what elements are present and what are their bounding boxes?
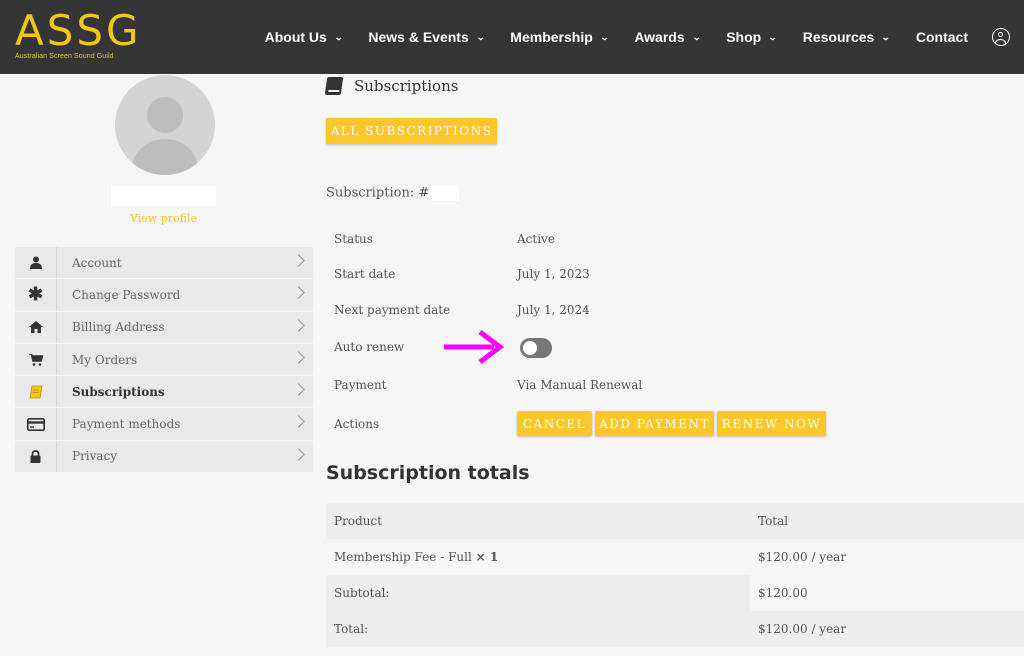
- sidebar-item-change-password[interactable]: ✱ Change Password: [15, 279, 313, 312]
- logo-text: ASSG: [15, 6, 142, 55]
- credit-card-icon: [15, 408, 57, 440]
- book-icon: [324, 77, 344, 95]
- home-icon: [15, 311, 57, 343]
- chevron-right-icon: [292, 351, 305, 364]
- subtotal-value: $120.00: [758, 586, 808, 600]
- subtotal-label: Subtotal:: [334, 586, 390, 600]
- nav-item-about-us[interactable]: About Us ⌄: [264, 29, 344, 45]
- subscription-totals-heading: Subscription totals: [326, 462, 530, 484]
- nav-item-awards[interactable]: Awards ⌄: [634, 29, 702, 45]
- product-cell: Membership Fee - Full × 1: [334, 550, 498, 564]
- nav-item-contact[interactable]: Contact: [916, 29, 968, 45]
- redacted-username: [111, 186, 216, 206]
- site-header: ASSG Australian Screen Sound Guild About…: [0, 0, 1024, 74]
- sidebar-item-payment-methods[interactable]: Payment methods: [15, 408, 313, 441]
- product-name[interactable]: Membership Fee - Full: [334, 550, 472, 564]
- nav-item-shop[interactable]: Shop ⌄: [726, 29, 778, 45]
- nav-item-resources[interactable]: Resources ⌄: [802, 29, 892, 45]
- sidebar-item-label: My Orders: [72, 352, 138, 367]
- person-icon: [15, 247, 57, 279]
- table-row: Membership Fee - Full × 1 $120.00 / year: [326, 539, 1024, 575]
- next-payment-date-value: July 1, 2024: [517, 303, 590, 317]
- add-payment-button[interactable]: ADD PAYMENT: [595, 411, 714, 436]
- table-row: Total: $120.00 / year: [326, 611, 1024, 647]
- status-label: Status: [334, 232, 373, 246]
- asterisk-icon: ✱: [15, 279, 57, 311]
- nav-label: About Us: [264, 29, 327, 45]
- nav-label: News & Events: [368, 29, 469, 45]
- book-icon: [15, 376, 57, 408]
- chevron-right-icon: [292, 318, 305, 332]
- nav-item-news-events[interactable]: News & Events ⌄: [368, 29, 486, 45]
- annotation-arrow-icon: [444, 330, 505, 364]
- nav-label: Shop: [726, 29, 762, 45]
- payment-value: Via Manual Renewal: [517, 378, 643, 392]
- sidebar-item-billing-address[interactable]: Billing Address: [15, 311, 313, 344]
- redacted-subscription-id: [431, 185, 460, 201]
- start-date-label: Start date: [334, 267, 396, 281]
- sidebar-item-account[interactable]: Account: [15, 247, 313, 280]
- subscription-number-label: Subscription: #: [326, 185, 430, 201]
- sidebar-item-my-orders[interactable]: My Orders: [15, 343, 313, 377]
- chevron-right-icon: [292, 447, 305, 461]
- all-subscriptions-button[interactable]: ALL SUBSCRIPTIONS: [326, 118, 497, 144]
- main-nav: About Us ⌄ News & Events ⌄ Membership ⌄ Awa…: [239, 0, 968, 74]
- chevron-right-icon: [292, 286, 305, 300]
- chevron-down-icon: ⌄: [881, 31, 892, 42]
- avatar: [115, 75, 215, 175]
- nav-label: Resources: [802, 29, 875, 45]
- sidebar-item-privacy[interactable]: Privacy: [15, 440, 313, 474]
- section-title: Subscriptions: [354, 77, 459, 95]
- subscription-totals-table: Product Total Membership Fee - Full × 1 …: [326, 503, 1024, 647]
- start-date-value: July 1, 2023: [517, 267, 590, 281]
- chevron-down-icon: ⌄: [768, 31, 778, 42]
- table-header-row: Product Total: [326, 503, 1024, 539]
- chevron-right-icon: [292, 383, 305, 397]
- cancel-button[interactable]: CANCEL: [517, 411, 592, 436]
- chevron-down-icon: ⌄: [599, 31, 610, 42]
- chevron-down-icon: ⌄: [475, 31, 486, 42]
- status-value: Active: [517, 232, 555, 246]
- cart-icon: [15, 343, 57, 376]
- sidebar-item-label: Billing Address: [72, 320, 165, 335]
- site-logo[interactable]: ASSG Australian Screen Sound Guild: [15, 6, 142, 61]
- column-header-total: Total: [758, 514, 789, 528]
- column-header-product: Product: [334, 514, 382, 528]
- total-label: Total:: [334, 622, 369, 636]
- user-account-icon[interactable]: [992, 28, 1010, 46]
- sidebar-item-label: Subscriptions: [72, 384, 165, 399]
- nav-label: Membership: [510, 29, 593, 45]
- sidebar-item-label: Privacy: [72, 449, 118, 464]
- sidebar-item-label: Change Password: [72, 287, 181, 302]
- sidebar-item-label: Payment methods: [72, 417, 181, 432]
- section-heading: Subscriptions: [324, 77, 459, 95]
- chevron-down-icon: ⌄: [691, 31, 702, 42]
- sidebar-item-label: Account: [72, 255, 122, 270]
- nav-item-membership[interactable]: Membership ⌄: [510, 29, 610, 45]
- auto-renew-label: Auto renew: [334, 340, 405, 354]
- product-quantity: × 1: [475, 550, 499, 564]
- total-value: $120.00 / year: [758, 622, 847, 636]
- renew-now-button[interactable]: RENEW NOW: [717, 411, 826, 436]
- chevron-right-icon: [292, 415, 305, 429]
- table-row: Subtotal: $120.00: [326, 575, 1024, 611]
- actions-label: Actions: [334, 417, 380, 431]
- nav-label: Contact: [915, 29, 968, 45]
- subscription-number: Subscription: #: [326, 185, 460, 201]
- product-total: $120.00 / year: [758, 550, 847, 564]
- account-navigation: Account ✱ Change Password Billing Addres…: [15, 247, 313, 474]
- auto-renew-toggle[interactable]: [520, 338, 552, 358]
- chevron-right-icon: [292, 254, 305, 267]
- view-profile-link[interactable]: View profile: [112, 212, 215, 225]
- next-payment-date-label: Next payment date: [334, 303, 451, 317]
- lock-icon: [15, 440, 57, 473]
- sidebar-item-subscriptions[interactable]: Subscriptions: [15, 376, 313, 409]
- toggle-knob: [523, 341, 537, 355]
- chevron-down-icon: ⌄: [333, 31, 344, 42]
- nav-label: Awards: [634, 29, 685, 45]
- payment-label: Payment: [334, 378, 387, 392]
